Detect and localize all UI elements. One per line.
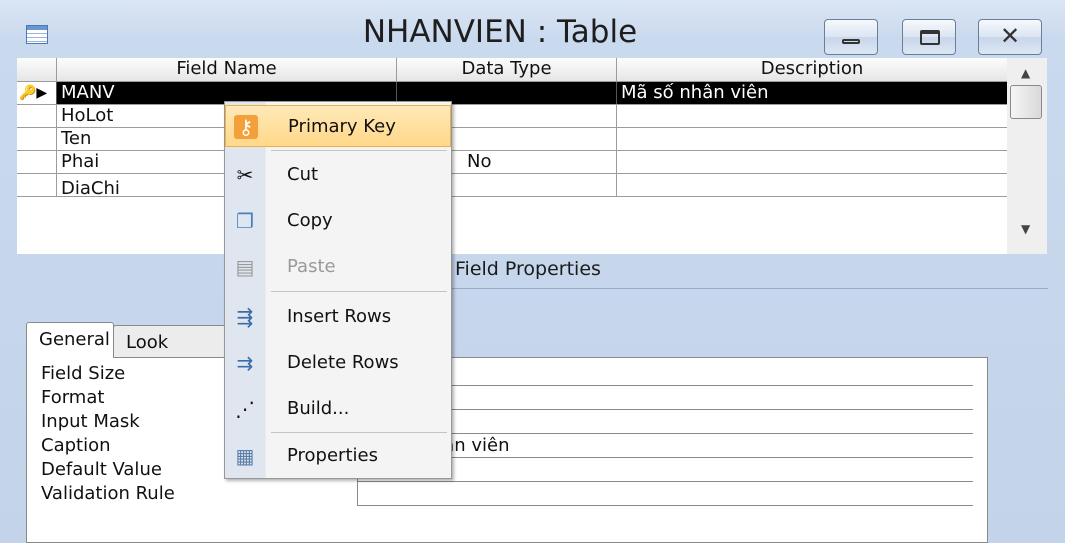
menu-item-label: Primary Key <box>288 116 396 137</box>
validation-rule-input[interactable] <box>357 482 973 506</box>
table-design-window: NHANVIEN : Table ✕ Field Name Data Type … <box>0 0 1065 543</box>
property-label: Validation Rule <box>41 483 175 504</box>
property-row: Field Size <box>27 362 989 386</box>
key-icon: ⚷ <box>234 115 258 139</box>
close-icon: ✕ <box>999 22 1021 50</box>
field-properties-divider <box>448 288 1048 289</box>
menu-item-label: Copy <box>287 210 333 231</box>
menu-separator <box>271 432 447 433</box>
table-row[interactable]: 🔑▶ MANV Mã số nhân viên <box>17 82 1007 105</box>
row-selector[interactable] <box>17 128 57 150</box>
property-label: Default Value <box>41 459 162 480</box>
menu-item-cut[interactable]: ✂ Cut <box>225 154 451 196</box>
scroll-thumb[interactable] <box>1010 85 1042 119</box>
window-title: NHANVIEN : Table <box>362 14 638 50</box>
property-label: Field Size <box>41 363 126 384</box>
minimize-button[interactable] <box>824 19 878 55</box>
menu-item-paste[interactable]: ▤ Paste <box>225 246 451 288</box>
tab-general[interactable]: General <box>26 322 114 358</box>
description-cell[interactable] <box>617 174 1007 196</box>
menu-item-label: Build... <box>287 398 350 419</box>
description-cell[interactable] <box>617 105 1007 127</box>
header-data-type[interactable]: Data Type <box>397 58 617 81</box>
menu-separator <box>271 150 447 151</box>
menu-item-primary-key[interactable]: ⚷ Primary Key <box>225 105 451 147</box>
menu-item-label: Insert Rows <box>287 306 392 327</box>
header-field-name[interactable]: Field Name <box>57 58 397 81</box>
row-selector[interactable] <box>17 174 57 196</box>
menu-separator <box>271 291 447 292</box>
scroll-down-arrow-icon[interactable]: ▼ <box>1021 222 1030 236</box>
properties-icon: ▦ <box>235 444 255 468</box>
restore-icon <box>920 30 940 45</box>
property-row: Caption Mã số nhân viên <box>27 434 989 458</box>
field-grid: Field Name Data Type Description 🔑▶ MANV… <box>17 58 1047 254</box>
field-properties-label: Field Properties <box>455 258 601 280</box>
restore-button[interactable] <box>902 19 956 55</box>
header-description[interactable]: Description <box>617 58 1007 81</box>
menu-item-delete-rows[interactable]: ⇉ Delete Rows <box>225 342 451 384</box>
row-selector[interactable] <box>17 105 57 127</box>
paste-icon: ▤ <box>235 255 255 279</box>
table-row[interactable]: HoLot <box>17 105 1007 128</box>
property-row: Input Mask <box>27 410 989 434</box>
delete-rows-icon: ⇉ <box>236 351 254 375</box>
description-cell[interactable] <box>617 128 1007 150</box>
table-icon[interactable] <box>26 25 48 44</box>
property-label: Caption <box>41 435 111 456</box>
property-label: Input Mask <box>41 411 140 432</box>
property-row: Format <box>27 386 989 410</box>
tab-lookup[interactable]: Look <box>113 325 233 361</box>
menu-item-copy[interactable]: ❐ Copy <box>225 200 451 242</box>
menu-item-label: Cut <box>287 164 319 185</box>
close-button[interactable]: ✕ <box>978 19 1042 55</box>
menu-item-properties[interactable]: ▦ Properties <box>225 435 451 477</box>
minimize-icon <box>842 39 860 44</box>
general-properties-panel: Field Size Format Input Mask Caption Mã … <box>26 357 988 543</box>
property-label: Format <box>41 387 105 408</box>
vertical-scrollbar[interactable]: ▲ ▼ <box>1007 58 1047 254</box>
property-row: Validation Rule <box>27 482 989 506</box>
table-row[interactable]: DiaChi <box>17 174 1007 197</box>
field-properties-pane: General Look Field Size Format Input Mas… <box>17 290 1047 543</box>
scroll-up-arrow-icon[interactable]: ▲ <box>1021 66 1030 80</box>
scissors-icon: ✂ <box>236 163 254 187</box>
primary-key-row-selector-icon[interactable]: 🔑▶ <box>17 82 57 104</box>
context-menu: ⚷ Primary Key ✂ Cut ❐ Copy ▤ Paste ⇶ Ins… <box>224 101 452 479</box>
build-wand-icon: ⋰ <box>235 397 255 421</box>
description-cell[interactable] <box>617 151 1007 173</box>
menu-item-label: Paste <box>287 256 336 277</box>
title-bar[interactable]: NHANVIEN : Table ✕ <box>0 0 1065 58</box>
description-cell[interactable]: Mã số nhân viên <box>617 82 1007 104</box>
copy-icon: ❐ <box>236 209 254 233</box>
table-row[interactable]: Phai No <box>17 151 1007 174</box>
menu-item-label: Properties <box>287 445 378 466</box>
grid-header-row: Field Name Data Type Description <box>17 58 1007 82</box>
insert-rows-icon: ⇶ <box>236 305 254 329</box>
row-selector[interactable] <box>17 151 57 173</box>
menu-item-label: Delete Rows <box>287 352 399 373</box>
menu-item-insert-rows[interactable]: ⇶ Insert Rows <box>225 296 451 338</box>
table-row[interactable]: Ten <box>17 128 1007 151</box>
menu-item-build[interactable]: ⋰ Build... <box>225 388 451 430</box>
row-selector-header[interactable] <box>17 58 57 81</box>
property-row: Default Value <box>27 458 989 482</box>
